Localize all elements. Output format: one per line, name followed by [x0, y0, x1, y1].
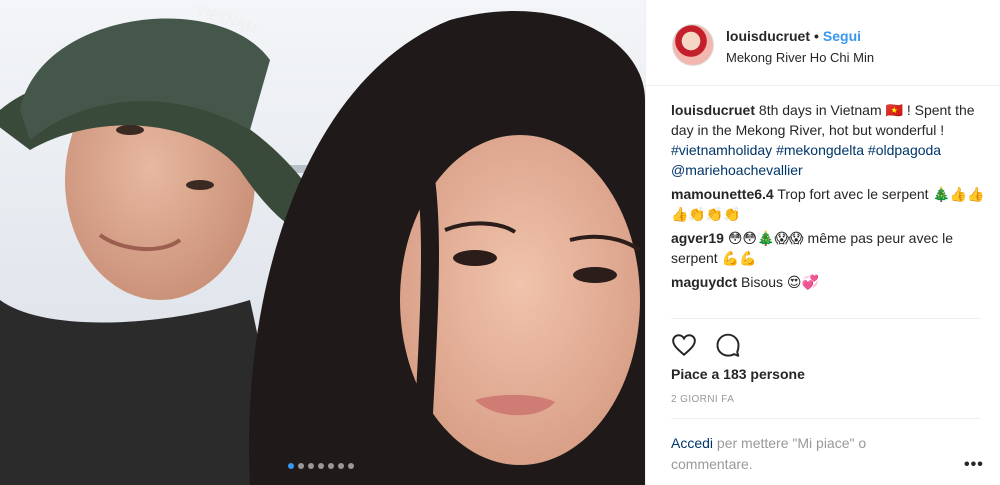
user-line: louisducruet • Segui — [726, 28, 861, 44]
post-time[interactable]: 2 GIORNI FA — [671, 394, 734, 405]
carousel-dots — [288, 463, 354, 469]
follow-button[interactable]: Segui — [823, 28, 861, 44]
separator: • — [814, 28, 819, 44]
post-photo[interactable]: VIETNAM — [0, 0, 645, 485]
comment-icon[interactable] — [715, 332, 741, 358]
username-link[interactable]: louisducruet — [726, 28, 810, 44]
location-link[interactable]: Mekong River Ho Chi Min — [726, 50, 874, 65]
likes-count[interactable]: Piace a 183 persone — [671, 366, 805, 382]
caption: louisducruet 8th days in Vietnam 🇻🇳 ! Sp… — [671, 100, 986, 180]
comments-list: louisducruet 8th days in Vietnam 🇻🇳 ! Sp… — [671, 100, 986, 296]
more-options-button[interactable]: ••• — [964, 456, 984, 474]
login-prompt: Accedi per mettere "Mi piace" o commenta… — [671, 433, 931, 475]
hashtag-link[interactable]: #mekongdelta — [776, 142, 864, 158]
carousel-dot[interactable] — [318, 463, 324, 469]
hashtag-link[interactable]: #oldpagoda — [868, 142, 941, 158]
action-bar — [671, 332, 741, 358]
comment-item: maguydct Bisous 😍💞 — [671, 272, 986, 292]
post-sidebar: louisducruet • Segui Mekong River Ho Chi M… — [645, 0, 1000, 485]
comment-item: mamounette6.4 Trop fort avec le serpent … — [671, 184, 986, 224]
carousel-dot[interactable] — [308, 463, 314, 469]
hashtag-link[interactable]: #vietnamholiday — [671, 142, 772, 158]
heart-icon[interactable] — [671, 332, 697, 358]
divider — [671, 318, 981, 319]
carousel-dot[interactable] — [298, 463, 304, 469]
carousel-dot[interactable] — [348, 463, 354, 469]
avatar[interactable] — [672, 24, 714, 66]
comment-text: Bisous 😍💞 — [741, 274, 819, 290]
selfie-image: VIETNAM — [0, 0, 645, 485]
carousel-dot[interactable] — [338, 463, 344, 469]
comment-author[interactable]: mamounette6.4 — [671, 186, 774, 202]
caption-author[interactable]: louisducruet — [671, 102, 755, 118]
carousel-dot[interactable] — [288, 463, 294, 469]
mention-link[interactable]: @mariehoachevallier — [671, 162, 803, 178]
divider — [671, 418, 981, 419]
comment-author[interactable]: maguydct — [671, 274, 737, 290]
post-header: louisducruet • Segui Mekong River Ho Chi M… — [646, 0, 1000, 86]
comment-author[interactable]: agver19 — [671, 230, 724, 246]
login-link[interactable]: Accedi — [671, 435, 713, 451]
carousel-dot[interactable] — [328, 463, 334, 469]
comment-item: agver19 😳😳🎄😱😱 même pas peur avec le serp… — [671, 228, 986, 268]
